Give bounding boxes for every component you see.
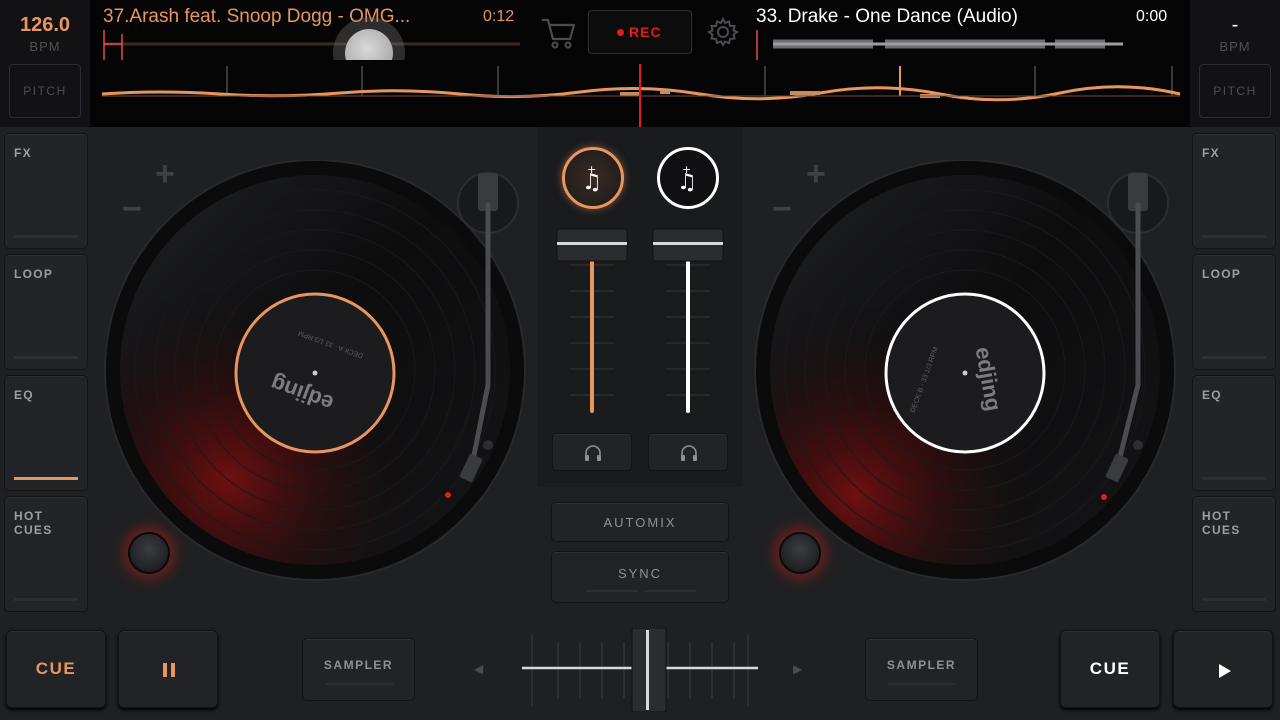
deck-a-tonearm[interactable] xyxy=(440,165,530,505)
deck-a-cue-label: CUE xyxy=(35,659,77,678)
deck-b-tonearm[interactable] xyxy=(1092,165,1182,505)
deck-b-hot-cues-label: HOT CUES xyxy=(1202,509,1241,537)
deck-a-bpm-label: BPM xyxy=(29,39,61,54)
deck-a-hot-cues-button[interactable]: HOT CUES xyxy=(4,496,88,612)
deck-b-bpm-panel: - BPM PITCH xyxy=(1190,0,1280,127)
deck-b-cue-button[interactable]: CUE xyxy=(1060,630,1160,708)
deck-b-eq-button[interactable]: EQ xyxy=(1192,375,1276,491)
sync-button[interactable]: SYNC xyxy=(551,551,729,603)
record-label: REC xyxy=(629,24,662,40)
crossfader-right-arrow-icon[interactable]: ▶ xyxy=(793,662,803,676)
deck-a-eq-active-indicator xyxy=(14,477,78,480)
music-note-icon: + ♫ xyxy=(677,163,697,195)
svg-text:♫: ♫ xyxy=(677,170,697,195)
gear-icon[interactable] xyxy=(705,14,741,50)
deck-a-bpm-value: 126.0 xyxy=(19,14,71,36)
deck-b-fx-button[interactable]: FX xyxy=(1192,133,1276,249)
deck-a-pitch-button[interactable]: PITCH xyxy=(9,64,81,118)
crossfader-left-arrow-icon[interactable]: ◀ xyxy=(474,662,484,676)
record-dot-icon xyxy=(617,29,624,36)
automix-label: AUTOMIX xyxy=(603,514,677,530)
play-icon xyxy=(1219,664,1231,678)
deck-b-loop-button[interactable]: LOOP xyxy=(1192,254,1276,370)
deck-a-hot-cues-label: HOT CUES xyxy=(14,509,53,537)
main-waveform[interactable] xyxy=(100,60,1182,127)
headphones-icon xyxy=(681,445,697,461)
automix-button[interactable]: AUTOMIX xyxy=(551,502,729,542)
deck-b-mini-waveform[interactable] xyxy=(755,26,1125,62)
deck-a-track-title: 37.Arash feat. Snoop Dogg - OMG... xyxy=(103,6,411,27)
music-note-icon: + ♫ xyxy=(582,163,602,195)
deck-a-volume-fader[interactable] xyxy=(550,225,634,420)
deck-b-play-button[interactable] xyxy=(1173,630,1273,708)
deck-b-fx-label: FX xyxy=(1202,146,1220,160)
cart-icon[interactable] xyxy=(538,12,578,52)
sync-label: SYNC xyxy=(617,565,663,581)
deck-a-mini-waveform[interactable] xyxy=(100,26,525,62)
svg-text:♫: ♫ xyxy=(582,170,602,195)
deck-b-headphone-button[interactable] xyxy=(648,433,728,471)
deck-a-track-time: 0:12 xyxy=(483,8,515,25)
deck-b-hot-cues-button[interactable]: HOT CUES xyxy=(1192,496,1276,612)
deck-b-track-title: 33. Drake - One Dance (Audio) xyxy=(756,6,1018,27)
deck-b-loop-label: LOOP xyxy=(1202,267,1242,281)
deck-a-fx-label: FX xyxy=(14,146,32,160)
crossfader[interactable] xyxy=(518,628,762,712)
deck-b-bpm-value: - xyxy=(1231,14,1239,36)
deck-a-load-track-button[interactable]: + ♫ xyxy=(562,147,624,209)
deck-a-bpm-panel: 126.0 BPM PITCH xyxy=(0,0,90,127)
deck-b-load-track-button[interactable]: + ♫ xyxy=(657,147,719,209)
deck-a-cue-knob[interactable] xyxy=(128,532,170,574)
deck-a-headphone-button[interactable] xyxy=(552,433,632,471)
deck-b-cue-knob[interactable] xyxy=(779,532,821,574)
deck-b-track-time: 0:00 xyxy=(1136,8,1168,25)
deck-b-eq-label: EQ xyxy=(1202,388,1222,402)
deck-b-pitch-button[interactable]: PITCH xyxy=(1199,64,1271,118)
deck-a-cue-button[interactable]: CUE xyxy=(6,630,106,708)
top-bar: 126.0 BPM PITCH 37.Arash feat. Snoop Dog… xyxy=(0,0,1280,127)
deck-a-sampler-button[interactable]: SAMPLER xyxy=(302,638,415,701)
deck-b-sampler-button[interactable]: SAMPLER xyxy=(865,638,978,701)
deck-a-loop-label: LOOP xyxy=(14,267,54,281)
deck-b-bpm-label: BPM xyxy=(1219,39,1251,54)
record-button[interactable]: REC xyxy=(588,10,692,54)
deck-a-pause-button[interactable] xyxy=(118,630,218,708)
deck-a-eq-label: EQ xyxy=(14,388,34,402)
deck-b-cue-label: CUE xyxy=(1089,659,1131,678)
deck-a-loop-button[interactable]: LOOP xyxy=(4,254,88,370)
headphones-icon xyxy=(585,445,601,461)
pause-icon xyxy=(163,663,175,677)
deck-a-eq-button[interactable]: EQ xyxy=(4,375,88,491)
deck-b-volume-fader[interactable] xyxy=(646,225,730,420)
deck-a-fx-button[interactable]: FX xyxy=(4,133,88,249)
